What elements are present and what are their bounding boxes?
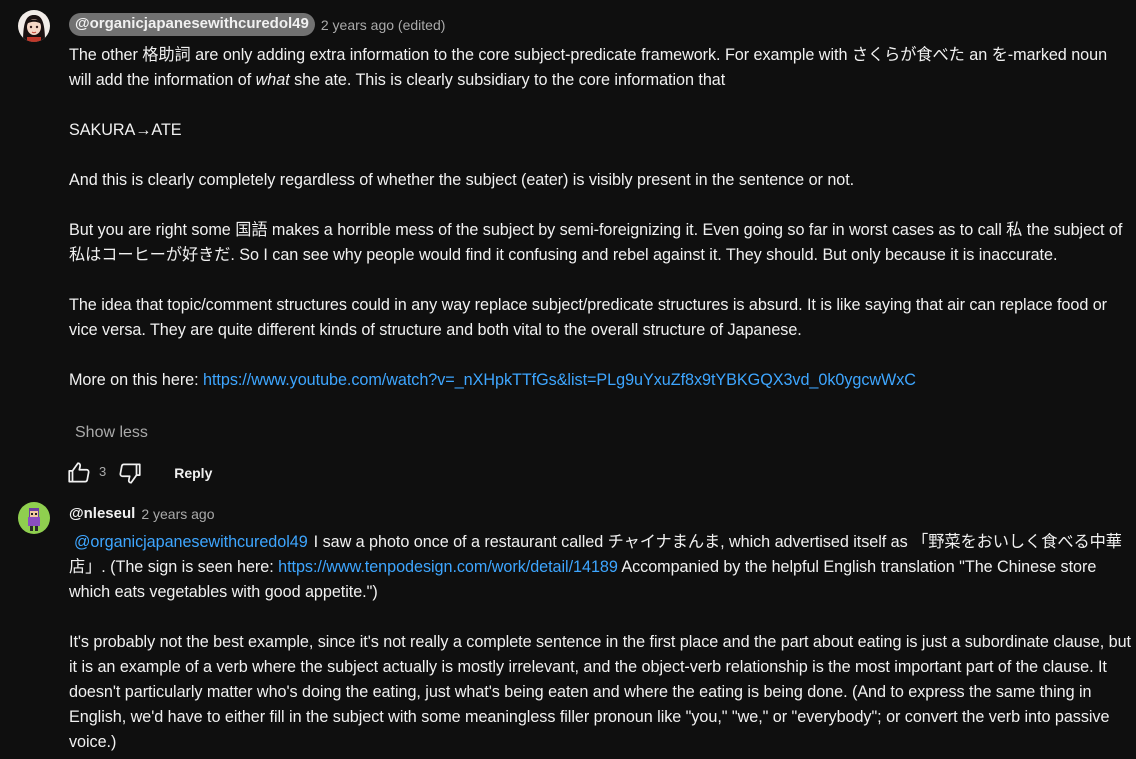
comment-actions: 3 Reply <box>66 460 212 486</box>
comment-timestamp[interactable]: 2 years ago <box>141 506 214 522</box>
show-less-button[interactable]: Show less <box>75 424 148 442</box>
dislike-button[interactable] <box>117 460 143 486</box>
mention-link[interactable]: @organicjapanesewithcuredol49 <box>74 533 308 551</box>
thumbs-up-icon <box>68 462 90 483</box>
thumbs-down-icon <box>119 463 141 484</box>
avatar-anime-girl-icon <box>18 10 50 42</box>
comment-paragraph: But you are right some 国語 makes a horrib… <box>69 221 1123 264</box>
comment-body: The other 格助詞 are only adding extra info… <box>69 43 1133 393</box>
avatar-nleseul[interactable] <box>18 502 50 534</box>
comment-header: @nleseul 2 years ago <box>69 505 215 523</box>
comment-paragraph: More on this here: https://www.youtube.c… <box>69 371 916 389</box>
comment-body: @organicjapanesewithcuredol49 I saw a pho… <box>69 530 1133 755</box>
comment-paragraph: It's probably not the best example, sinc… <box>69 633 1131 751</box>
emphasis-text: what <box>255 71 290 89</box>
comment-timestamp[interactable]: 2 years ago (edited) <box>321 17 446 33</box>
comment-paragraph: The other 格助詞 are only adding extra info… <box>69 46 1108 89</box>
reply-button[interactable]: Reply <box>174 465 212 481</box>
like-button[interactable] <box>66 460 92 486</box>
comment-paragraph: And this is clearly completely regardles… <box>69 171 855 189</box>
avatar-pixel-character-icon <box>18 502 50 534</box>
comment-paragraph: @organicjapanesewithcuredol49 I saw a pho… <box>69 533 1122 601</box>
comment-paragraph: The idea that topic/comment structures c… <box>69 296 1108 339</box>
author-handle-chip[interactable]: @organicjapanesewithcuredol49 <box>69 13 315 36</box>
author-handle[interactable]: @nleseul <box>69 505 135 523</box>
comment-header: @organicjapanesewithcuredol49 2 years ag… <box>69 13 445 36</box>
youtube-link[interactable]: https://www.youtube.com/watch?v=_nXHpkTT… <box>203 371 916 389</box>
tenpodesign-link[interactable]: https://www.tenpodesign.com/work/detail/… <box>278 558 618 576</box>
avatar-organicjapanese[interactable] <box>18 10 50 42</box>
comment-paragraph: SAKURA→ATE <box>69 121 182 139</box>
like-count: 3 <box>99 463 107 479</box>
